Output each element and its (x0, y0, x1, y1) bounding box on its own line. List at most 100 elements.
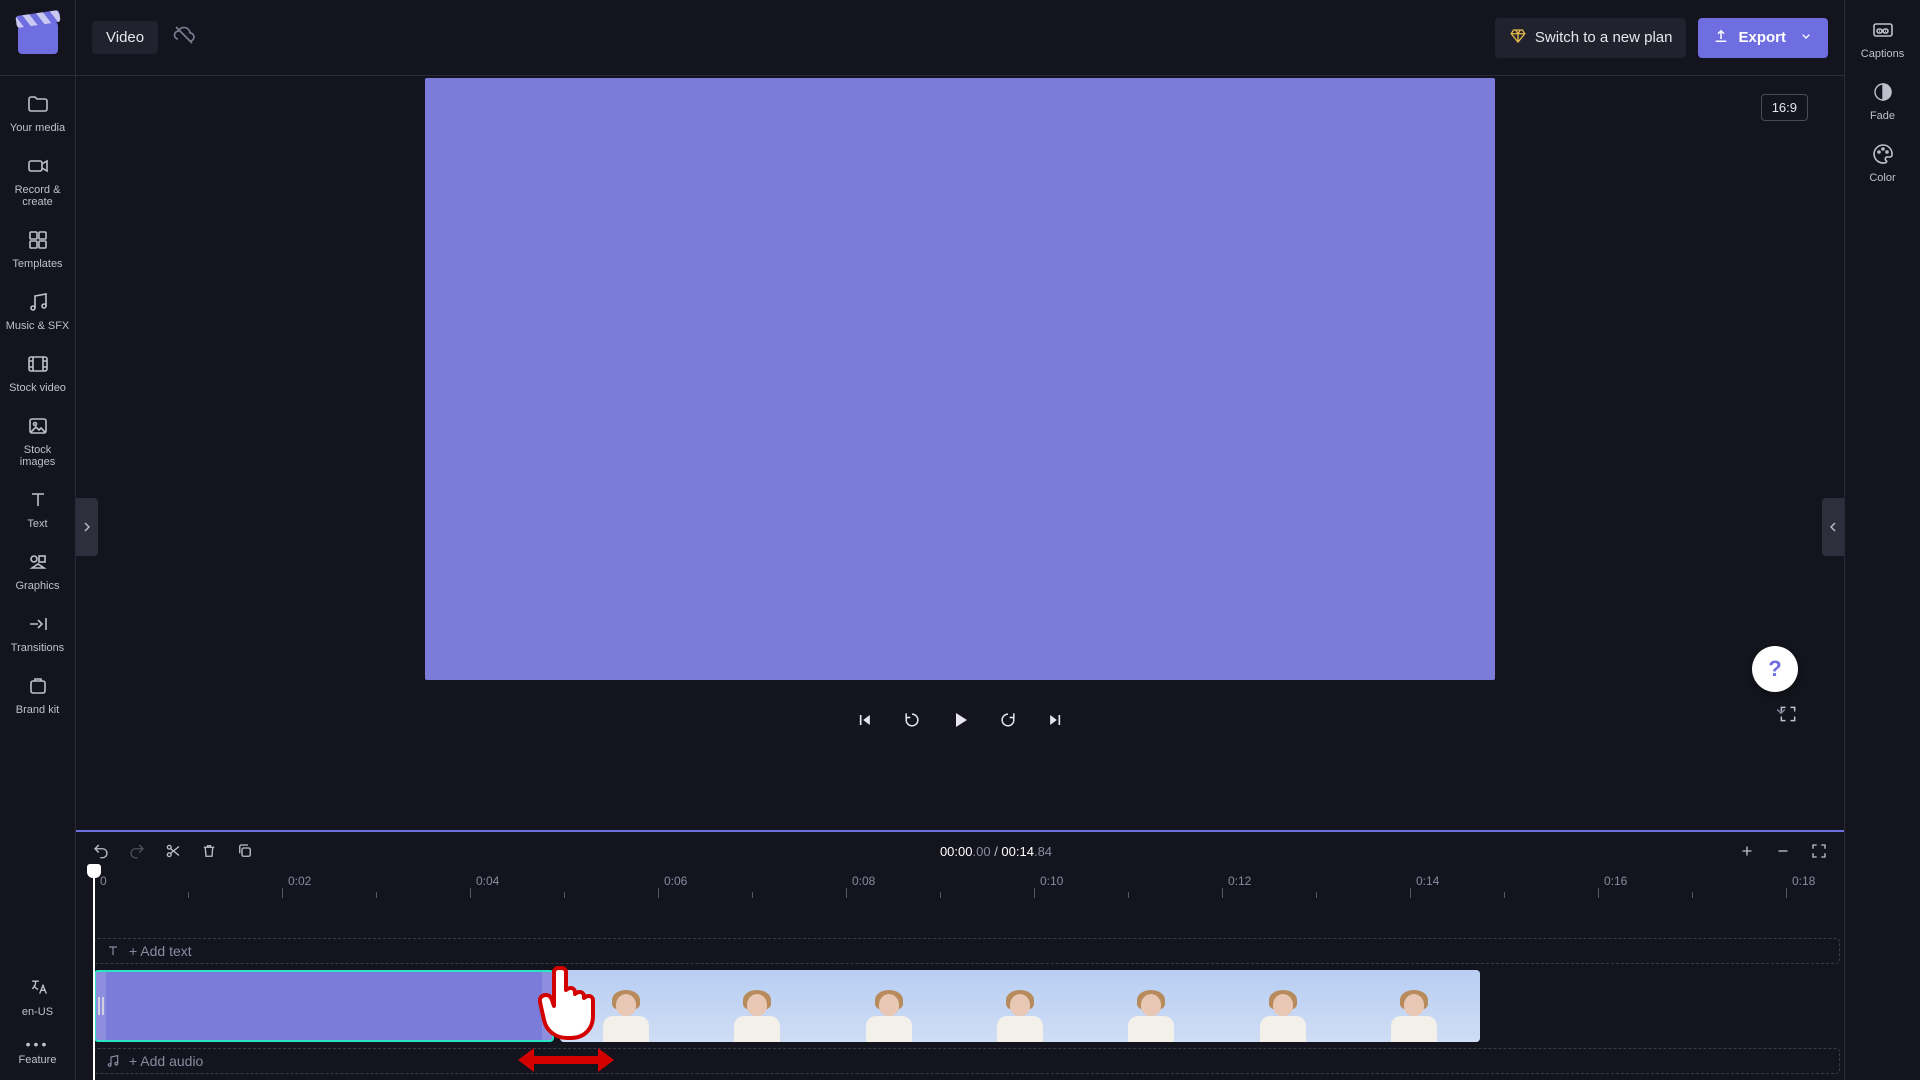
video-icon (24, 350, 52, 378)
time-sep: / (991, 844, 1002, 859)
ruler-label: 0:08 (852, 874, 875, 888)
preview-area: 16:9 (76, 76, 1844, 830)
sidebar-item-record-create[interactable]: Record & create (0, 144, 75, 218)
fade-icon (1869, 78, 1897, 106)
upload-icon (1712, 27, 1730, 49)
sidebar-item-label: Stock images (20, 444, 55, 468)
ruler-tick (846, 888, 847, 898)
sidebar-item-label: Music & SFX (6, 320, 70, 332)
locale-label: en-US (22, 1006, 53, 1018)
ruler-label: 0:02 (288, 874, 311, 888)
right-panel: Captions Fade Color (1844, 0, 1920, 1080)
fit-timeline-button[interactable] (1808, 840, 1830, 862)
music-icon (105, 1053, 121, 1069)
expand-left-panel[interactable] (76, 498, 98, 556)
cloud-off-icon[interactable] (172, 23, 196, 52)
sidebar-item-transitions[interactable]: Transitions (0, 602, 75, 664)
clapper-icon (18, 22, 58, 54)
right-item-label: Color (1869, 172, 1895, 184)
time-total-ms: .84 (1034, 844, 1052, 859)
folder-icon (24, 90, 52, 118)
right-item-label: Fade (1870, 110, 1895, 122)
duplicate-button[interactable] (234, 840, 256, 862)
brand-icon (24, 672, 52, 700)
locale-switcher[interactable]: en-US (0, 967, 75, 1028)
zoom-out-button[interactable] (1772, 840, 1794, 862)
add-audio-track[interactable]: + Add audio (94, 1048, 1840, 1074)
help-fab[interactable]: ? (1752, 646, 1798, 692)
more-label: Feature (19, 1054, 57, 1066)
app-logo[interactable] (0, 0, 76, 76)
sidebar-item-label: Stock video (9, 382, 66, 394)
ruler-tick (1222, 888, 1223, 898)
skip-end-button[interactable] (1041, 705, 1071, 735)
timeline-tracks: + Add text (76, 898, 1844, 1080)
captions-icon (1869, 16, 1897, 44)
add-text-track[interactable]: + Add text (94, 938, 1840, 964)
sidebar-item-label: Transitions (11, 642, 64, 654)
clip-handle-right[interactable] (542, 972, 552, 1040)
ruler-label: 0:10 (1040, 874, 1063, 888)
ruler-tick (282, 888, 283, 898)
sidebar-item-your-media[interactable]: Your media (0, 82, 75, 144)
transitions-icon (24, 610, 52, 638)
playback-controls: ? (76, 694, 1844, 746)
time-current: 00:00 (940, 844, 973, 859)
sidebar-item-music-sfx[interactable]: Music & SFX (0, 280, 75, 342)
text-icon (24, 486, 52, 514)
image-icon (24, 412, 52, 440)
split-button[interactable] (162, 840, 184, 862)
right-item-captions[interactable]: Captions (1845, 8, 1920, 70)
export-button[interactable]: Export (1698, 18, 1828, 58)
timeline-ruler[interactable]: 00:020:040:060:080:100:120:140:160:18 (76, 870, 1844, 898)
ruler-label: 0 (100, 874, 107, 888)
video-track (94, 970, 1840, 1042)
seek-forward-button[interactable] (993, 705, 1023, 735)
sidebar-item-label: Brand kit (16, 704, 59, 716)
color-clip-selected[interactable] (94, 970, 554, 1042)
time-current-ms: .00 (973, 844, 991, 859)
sidebar-item-text[interactable]: Text (0, 478, 75, 540)
more-features[interactable]: ••• Feature (0, 1028, 75, 1080)
skip-start-button[interactable] (849, 705, 879, 735)
media-clip[interactable] (560, 970, 1480, 1042)
add-text-label: + Add text (129, 943, 192, 959)
ruler-tick (1786, 888, 1787, 898)
sidebar: Your media Record & create Templates Mus… (0, 0, 76, 1080)
ruler-tick (658, 888, 659, 898)
sidebar-item-brand-kit[interactable]: Brand kit (0, 664, 75, 726)
export-label: Export (1738, 29, 1786, 46)
preview-stage[interactable] (425, 78, 1495, 680)
aspect-ratio-chip[interactable]: 16:9 (1761, 94, 1808, 121)
ruler-tick (1598, 888, 1599, 898)
sidebar-item-label: Text (27, 518, 47, 530)
gem-icon (1509, 27, 1527, 49)
undo-button[interactable] (90, 840, 112, 862)
delete-button[interactable] (198, 840, 220, 862)
clip-handle-left[interactable] (96, 972, 106, 1040)
play-button[interactable] (945, 705, 975, 735)
camera-icon (24, 152, 52, 180)
music-icon (24, 288, 52, 316)
redo-button[interactable] (126, 840, 148, 862)
seek-back-button[interactable] (897, 705, 927, 735)
sidebar-item-label: Graphics (15, 580, 59, 592)
sidebar-item-stock-video[interactable]: Stock video (0, 342, 75, 404)
right-item-fade[interactable]: Fade (1845, 70, 1920, 132)
timeline-timecode: 00:00.00 / 00:14.84 (270, 844, 1722, 859)
sidebar-item-stock-images[interactable]: Stock images (0, 404, 75, 478)
ruler-label: 0:18 (1792, 874, 1815, 888)
ruler-tick (470, 888, 471, 898)
right-item-color[interactable]: Color (1845, 132, 1920, 194)
sidebar-item-graphics[interactable]: Graphics (0, 540, 75, 602)
sidebar-item-templates[interactable]: Templates (0, 218, 75, 280)
ruler-label: 0:12 (1228, 874, 1251, 888)
ruler-label: 0:14 (1416, 874, 1439, 888)
help-expand[interactable] (1772, 702, 1790, 725)
switch-plan-button[interactable]: Switch to a new plan (1495, 18, 1687, 58)
project-title[interactable]: Video (92, 21, 158, 54)
sidebar-item-label: Templates (12, 258, 62, 270)
switch-plan-label: Switch to a new plan (1535, 29, 1673, 46)
zoom-in-button[interactable] (1736, 840, 1758, 862)
expand-right-panel[interactable] (1822, 498, 1844, 556)
